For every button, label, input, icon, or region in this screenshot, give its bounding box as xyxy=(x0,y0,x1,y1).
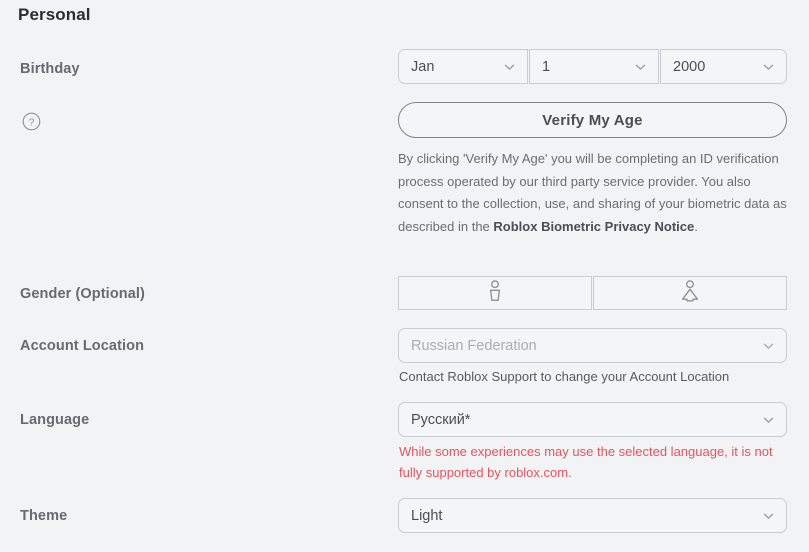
account-location-label: Account Location xyxy=(20,338,145,354)
language-support-warning: While some experiences may use the selec… xyxy=(399,444,773,480)
birthday-day-value: 1 xyxy=(542,58,551,75)
biometric-privacy-notice-link[interactable]: Roblox Biometric Privacy Notice xyxy=(493,219,694,234)
chevron-down-icon xyxy=(762,413,775,426)
male-gender-icon xyxy=(485,279,505,308)
disclaimer-text-end: . xyxy=(694,218,698,234)
birthday-month-value: Jan xyxy=(411,58,435,75)
chevron-down-icon xyxy=(503,60,516,73)
gender-selector xyxy=(398,276,787,310)
account-location-select[interactable]: Russian Federation xyxy=(398,328,787,363)
birthday-year-value: 2000 xyxy=(673,58,706,75)
help-circle-icon[interactable]: ? xyxy=(22,112,41,131)
chevron-down-icon xyxy=(634,60,647,73)
birthday-month-select[interactable]: Jan xyxy=(398,49,528,84)
birthday-year-select[interactable]: 2000 xyxy=(660,49,787,84)
chevron-down-icon xyxy=(762,60,775,73)
birthday-label: Birthday xyxy=(20,61,80,77)
theme-label: Theme xyxy=(20,508,68,524)
biometric-disclaimer: By clicking 'Verify My Age' you will be … xyxy=(398,148,788,238)
account-location-note: Contact Roblox Support to change your Ac… xyxy=(399,369,730,384)
gender-label: Gender (Optional) xyxy=(20,286,145,302)
gender-female-button[interactable] xyxy=(593,276,787,310)
account-location-value: Russian Federation xyxy=(411,337,537,354)
settings-personal-page: Personal Birthday Jan 1 2000 ? Verify My… xyxy=(0,0,809,552)
theme-select[interactable]: Light xyxy=(398,498,787,533)
svg-text:?: ? xyxy=(29,116,35,128)
chevron-down-icon xyxy=(762,509,775,522)
female-gender-icon xyxy=(679,279,701,308)
gender-male-button[interactable] xyxy=(398,276,592,310)
birthday-day-select[interactable]: 1 xyxy=(529,49,659,84)
verify-my-age-button[interactable]: Verify My Age xyxy=(398,102,787,138)
birthday-field-group: Jan 1 2000 xyxy=(398,49,787,84)
theme-value: Light xyxy=(411,507,443,524)
page-title: Personal xyxy=(18,5,91,24)
chevron-down-icon xyxy=(762,339,775,352)
language-value: Русский* xyxy=(411,411,471,428)
language-select[interactable]: Русский* xyxy=(398,402,787,437)
language-label: Language xyxy=(20,412,90,428)
